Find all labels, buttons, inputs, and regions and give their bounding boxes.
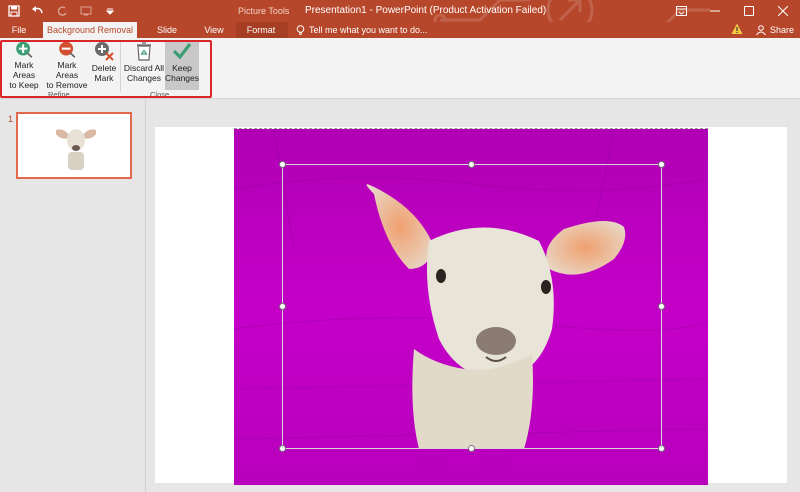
- tab-slide-show[interactable]: Slide Show: [146, 22, 188, 51]
- picture-tools-label: Picture Tools: [238, 6, 290, 16]
- resize-handle-right[interactable]: [658, 303, 665, 310]
- checkmark-icon: [172, 43, 192, 60]
- resize-handle-top[interactable]: [468, 161, 475, 168]
- keep-changes-label: Keep Changes: [164, 63, 200, 83]
- quick-access-toolbar: [6, 2, 118, 20]
- resize-handle-left[interactable]: [279, 303, 286, 310]
- mark-remove-icon: [59, 41, 76, 58]
- lamb-thumbnail-image: [56, 129, 96, 170]
- resize-handle-bottom-right[interactable]: [658, 445, 665, 452]
- slide-thumbnail[interactable]: [16, 112, 132, 179]
- tab-file[interactable]: File: [8, 22, 30, 38]
- group-separator: [120, 42, 121, 92]
- delete-mark-button[interactable]: Delete Mark: [90, 40, 118, 90]
- title-bar: Picture Tools Presentation1 - PowerPoint…: [0, 0, 800, 22]
- tab-format[interactable]: Format: [243, 22, 279, 38]
- recycle-bin-icon: [137, 42, 151, 61]
- share-button[interactable]: Share: [756, 22, 794, 38]
- warning-icon[interactable]: [731, 23, 743, 35]
- delete-mark-label: Delete Mark: [91, 63, 117, 83]
- ribbon-tab-row: File Background Removal Slide Show View …: [0, 22, 800, 51]
- window-title: Presentation1 - PowerPoint (Product Acti…: [305, 5, 547, 16]
- resize-handle-bottom[interactable]: [468, 445, 475, 452]
- slide-number: 1: [8, 114, 14, 124]
- undo-icon[interactable]: [30, 3, 46, 19]
- mark-remove-label: Mark Areas to Remove: [46, 60, 88, 90]
- ribbon: Mark Areas to Keep Mark Areas to Remove …: [0, 38, 800, 99]
- discard-all-changes-button[interactable]: Discard All Changes: [123, 40, 165, 90]
- delete-mark-icon: [95, 42, 114, 61]
- resize-handle-bottom-left[interactable]: [279, 445, 286, 452]
- lamb-picture: [234, 129, 708, 485]
- discard-all-label: Discard All Changes: [123, 63, 165, 83]
- slideshow-start-icon[interactable]: [78, 3, 94, 19]
- window-controls: [664, 0, 800, 22]
- resize-handle-top-right[interactable]: [658, 161, 665, 168]
- redo-icon[interactable]: [54, 3, 70, 19]
- lightbulb-icon: [296, 25, 305, 35]
- keep-changes-button[interactable]: Keep Changes: [165, 40, 199, 90]
- customize-qat-icon[interactable]: [102, 3, 118, 19]
- mark-keep-label: Mark Areas to Keep: [9, 60, 39, 90]
- mark-areas-to-keep-button[interactable]: Mark Areas to Keep: [4, 40, 44, 90]
- resize-handle-top-left[interactable]: [279, 161, 286, 168]
- group-label-refine: Refine: [48, 90, 70, 99]
- tab-background-removal[interactable]: Background Removal: [43, 22, 137, 38]
- mark-keep-icon: [16, 41, 33, 58]
- restore-icon[interactable]: [732, 0, 766, 22]
- group-label-close: Close: [150, 90, 170, 99]
- background-removal-picture[interactable]: [234, 129, 708, 485]
- tell-me-text: Tell me what you want to do...: [309, 25, 428, 35]
- minimize-icon[interactable]: [698, 0, 732, 22]
- share-person-icon: [756, 25, 766, 35]
- tell-me-box[interactable]: Tell me what you want to do...: [296, 22, 428, 38]
- mark-areas-to-remove-button[interactable]: Mark Areas to Remove: [46, 40, 88, 90]
- tab-view[interactable]: View: [202, 22, 226, 38]
- share-label: Share: [770, 25, 795, 35]
- ribbon-display-icon[interactable]: [664, 0, 698, 22]
- save-icon[interactable]: [6, 3, 22, 19]
- close-icon[interactable]: [766, 0, 800, 22]
